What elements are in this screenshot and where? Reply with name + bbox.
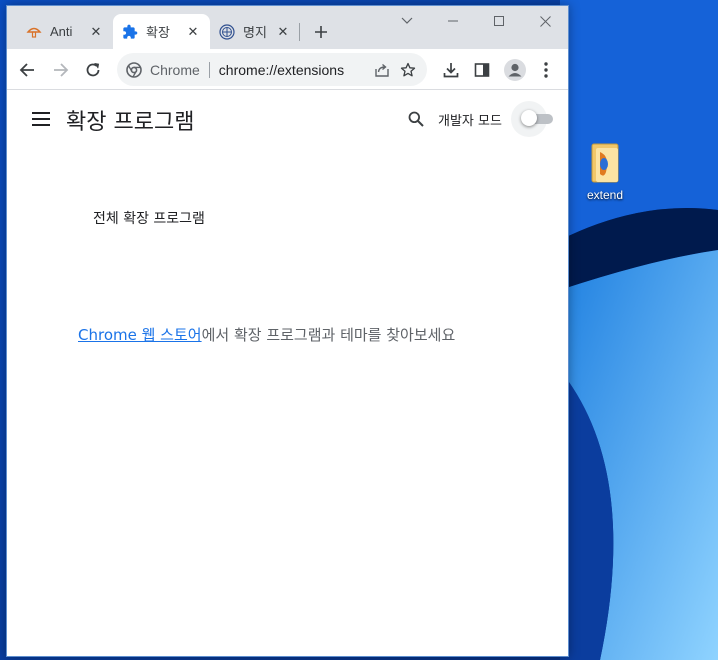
folder-icon	[588, 142, 622, 184]
puzzle-extension-icon	[122, 24, 138, 40]
minimize-button[interactable]	[430, 6, 476, 36]
tab-anti[interactable]: Anti ✕	[17, 14, 113, 49]
maximize-icon	[494, 16, 504, 26]
search-extensions-button[interactable]	[404, 107, 428, 131]
page-header: 확장 프로그램 개발자 모드	[7, 91, 568, 147]
avatar-icon	[504, 59, 526, 81]
tab-search-button[interactable]	[384, 6, 430, 36]
tab-title: Anti	[50, 24, 73, 39]
tab-extensions[interactable]: 확장 ✕	[113, 14, 210, 49]
empty-state-message: Chrome 웹 스토어에서 확장 프로그램과 테마를 찾아보세요	[7, 324, 568, 345]
omnibox-divider	[208, 61, 210, 78]
new-tab-button[interactable]	[309, 20, 333, 44]
close-tab-icon[interactable]: ✕	[185, 24, 201, 40]
forward-button[interactable]	[47, 56, 75, 84]
arrow-right-icon	[54, 63, 69, 77]
chrome-logo-icon	[126, 61, 142, 78]
web-store-link[interactable]: Chrome 웹 스토어	[78, 326, 202, 344]
bookmark-button[interactable]	[395, 57, 421, 83]
mushroom-favicon-icon	[26, 24, 42, 40]
reload-icon	[86, 63, 100, 77]
section-title: 전체 확장 프로그램	[93, 211, 205, 227]
profile-button[interactable]	[501, 56, 529, 84]
share-icon	[375, 63, 389, 77]
close-tab-icon[interactable]: ✕	[275, 24, 291, 40]
browser-toolbar: Chrome chrome://extensions	[7, 49, 568, 90]
tab-separator	[299, 23, 300, 41]
more-vert-icon	[544, 62, 548, 78]
minimize-icon	[448, 20, 458, 22]
plus-icon	[315, 26, 327, 38]
download-icon	[443, 63, 459, 78]
side-panel-icon	[474, 63, 490, 77]
close-tab-icon[interactable]: ✕	[88, 24, 104, 40]
search-icon	[408, 111, 424, 127]
address-bar[interactable]: Chrome chrome://extensions	[117, 53, 427, 86]
maximize-button[interactable]	[476, 6, 522, 36]
empty-state-text: 에서 확장 프로그램과 테마를 찾아보세요	[201, 326, 456, 344]
university-seal-icon	[219, 23, 235, 40]
toggle-knob	[521, 110, 537, 126]
extensions-page: 확장 프로그램 개발자 모드 전체 확장 프로그램 Chrome 웹 스토어에서…	[7, 91, 568, 656]
star-icon	[400, 62, 416, 76]
dev-mode-toggle[interactable]	[511, 101, 557, 137]
url-text[interactable]: chrome://extensions	[219, 62, 369, 78]
desktop-icon-extend[interactable]: extend	[580, 142, 630, 202]
tab-title: 확장	[146, 25, 170, 40]
hamburger-menu-icon	[32, 112, 50, 126]
chrome-menu-button[interactable]	[532, 56, 560, 84]
page-title: 확장 프로그램	[66, 110, 195, 135]
tab-strip: Anti ✕ 확장 ✕ 명지 ✕	[7, 6, 568, 49]
chevron-down-icon	[401, 17, 413, 24]
tab-title: 명지	[243, 25, 267, 40]
back-button[interactable]	[13, 56, 41, 84]
reload-button[interactable]	[79, 56, 107, 84]
downloads-button[interactable]	[437, 56, 465, 84]
tab-myongji[interactable]: 명지 ✕	[210, 14, 300, 49]
main-menu-button[interactable]	[29, 107, 53, 131]
site-chip: Chrome	[150, 61, 200, 78]
arrow-left-icon	[19, 63, 34, 77]
desktop-icon-label: extend	[586, 188, 624, 202]
side-panel-button[interactable]	[468, 56, 496, 84]
dev-mode-label: 개발자 모드	[438, 114, 502, 129]
close-icon	[539, 15, 551, 27]
share-button[interactable]	[369, 57, 395, 83]
close-window-button[interactable]	[522, 6, 568, 36]
browser-window: Anti ✕ 확장 ✕ 명지 ✕ Chrome chrome://extensi…	[6, 5, 569, 657]
